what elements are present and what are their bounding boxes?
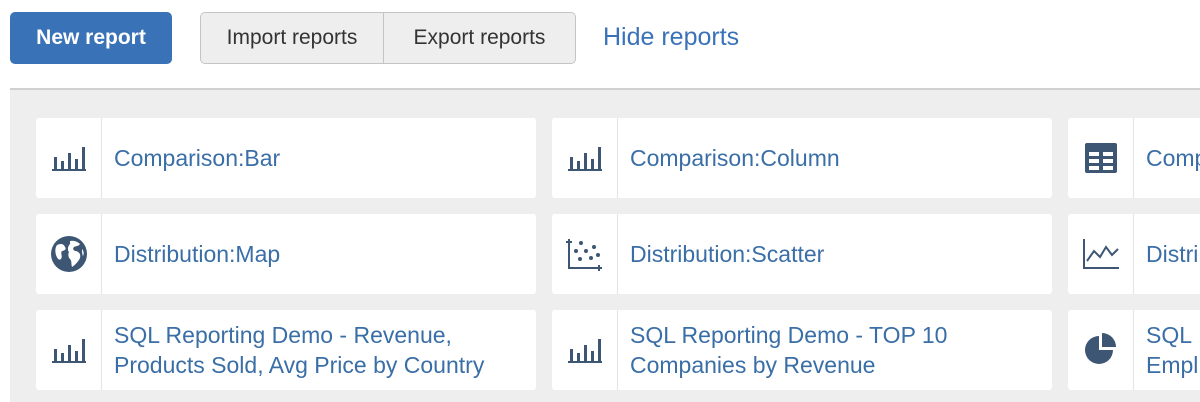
bar-chart-icon: [36, 118, 102, 198]
report-card[interactable]: SQL Reporting Demo - TOP 10 Companies by…: [552, 310, 1052, 390]
table-icon: [1068, 118, 1134, 198]
bar-chart-icon: [36, 310, 102, 390]
report-card[interactable]: Distribution:Scatter: [552, 214, 1052, 294]
line-chart-icon: [1068, 214, 1134, 294]
report-card[interactable]: Distri: [1068, 214, 1200, 294]
report-title[interactable]: Distri: [1134, 214, 1198, 294]
import-reports-button[interactable]: Import reports: [201, 13, 384, 63]
report-title[interactable]: SQL Reporting Demo - TOP 10 Companies by…: [618, 310, 947, 390]
export-reports-button[interactable]: Export reports: [384, 13, 575, 63]
column-chart-icon: [552, 118, 618, 198]
report-card[interactable]: Distribution:Map: [36, 214, 536, 294]
report-title[interactable]: SQL Empl: [1134, 310, 1198, 390]
report-title[interactable]: Comparison:Column: [618, 118, 840, 198]
globe-icon: [36, 214, 102, 294]
reports-panel: Comparison:Bar Comparison:Column Com Dis…: [10, 88, 1200, 402]
scatter-chart-icon: [552, 214, 618, 294]
report-title[interactable]: Distribution:Map: [102, 214, 280, 294]
toolbar: New report Import reports Export reports…: [0, 0, 1200, 88]
pie-chart-icon: [1068, 310, 1134, 390]
report-title[interactable]: SQL Reporting Demo - Revenue, Products S…: [102, 310, 484, 390]
hide-reports-link[interactable]: Hide reports: [603, 20, 739, 54]
report-card[interactable]: SQL Reporting Demo - Revenue, Products S…: [36, 310, 536, 390]
report-title[interactable]: Comparison:Bar: [102, 118, 280, 198]
report-card[interactable]: Comparison:Column: [552, 118, 1052, 198]
report-card[interactable]: Comp: [1068, 118, 1200, 198]
report-title[interactable]: Distribution:Scatter: [618, 214, 824, 294]
report-card[interactable]: SQL Empl: [1068, 310, 1200, 390]
report-card[interactable]: Comparison:Bar: [36, 118, 536, 198]
report-title[interactable]: Comp: [1134, 118, 1200, 198]
new-report-button[interactable]: New report: [10, 12, 172, 64]
import-export-button-group: Import reports Export reports: [200, 12, 576, 64]
bar-chart-icon: [552, 310, 618, 390]
